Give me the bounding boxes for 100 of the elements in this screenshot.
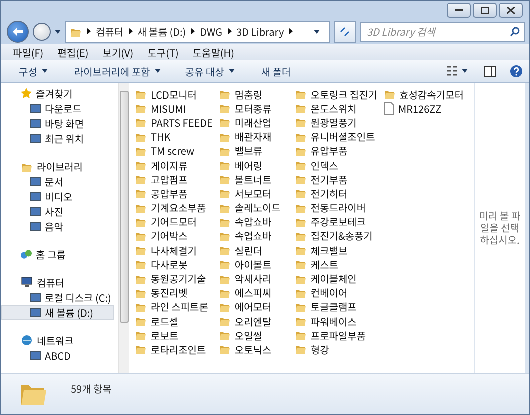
- file-item[interactable]: 에어모터: [218, 300, 289, 314]
- file-item[interactable]: 기어드모터: [135, 214, 213, 229]
- nav-item[interactable]: 로컬 디스크 (C:): [1, 290, 114, 305]
- file-item[interactable]: 집진기&송풍기: [294, 228, 378, 244]
- maximize-button[interactable]: [473, 3, 497, 18]
- nav-item[interactable]: 바탕 화면: [1, 116, 114, 131]
- file-item[interactable]: 전동드라이버: [294, 200, 378, 215]
- menu-item[interactable]: 도움말(H): [192, 44, 234, 60]
- help-icon[interactable]: [510, 64, 523, 78]
- file-item[interactable]: 케이블체인: [294, 271, 378, 286]
- breadcrumb-item[interactable]: DWG: [200, 24, 223, 39]
- close-button[interactable]: [499, 3, 523, 18]
- nav-item[interactable]: ABCD: [1, 348, 114, 363]
- file-item[interactable]: 속업쇼바: [218, 228, 289, 244]
- file-item[interactable]: 배관자재: [218, 130, 289, 144]
- file-item[interactable]: THK: [135, 130, 213, 144]
- file-item[interactable]: 실린더: [218, 243, 289, 258]
- file-item[interactable]: PARTS FEEDE: [135, 115, 213, 130]
- menu-item[interactable]: 도구(T): [148, 44, 179, 60]
- file-item[interactable]: 다사로봇: [135, 257, 213, 272]
- file-item[interactable]: 프로파일부품: [294, 328, 378, 342]
- file-item[interactable]: 나사체결기: [135, 243, 213, 258]
- nav-item[interactable]: 비디오: [1, 189, 114, 204]
- toolbar-button[interactable]: 공유 대상: [183, 62, 238, 80]
- file-item[interactable]: 주강로보테크: [294, 214, 378, 229]
- refresh-button[interactable]: [334, 20, 356, 42]
- toolbar-button[interactable]: 새 폴더: [259, 62, 294, 80]
- file-item[interactable]: 인덱스: [294, 158, 378, 172]
- file-item[interactable]: 아이볼트: [218, 257, 289, 272]
- file-item[interactable]: 밸브류: [218, 144, 289, 158]
- address-bar[interactable]: 컴퓨터 새 볼륨 (D:) DWG 3D Library: [65, 20, 330, 42]
- nav-item[interactable]: 문서: [1, 174, 114, 189]
- file-item[interactable]: 라인 스피트론: [135, 300, 213, 314]
- breadcrumb-item[interactable]: 컴퓨터: [96, 24, 124, 39]
- file-item[interactable]: 솔레노이드: [218, 200, 289, 215]
- nav-item[interactable]: 다운로드: [1, 101, 114, 116]
- scrollbar[interactable]: [118, 83, 129, 373]
- file-item[interactable]: 토글클램프: [294, 300, 378, 314]
- preview-pane-icon[interactable]: [484, 66, 496, 76]
- file-item[interactable]: MISUMI: [135, 101, 213, 116]
- file-item[interactable]: 기계요소부품: [135, 200, 213, 215]
- menu-item[interactable]: 보기(V): [102, 44, 134, 60]
- file-item[interactable]: 컨베이어: [294, 286, 378, 300]
- folder-icon: [218, 173, 231, 186]
- file-item[interactable]: 전기히터: [294, 186, 378, 200]
- file-item[interactable]: 동원공기기술: [135, 271, 213, 286]
- toolbar-button[interactable]: 라이브러리에 포함: [72, 62, 164, 80]
- file-item[interactable]: 악세사리: [218, 271, 289, 286]
- file-item[interactable]: 멈춤링: [218, 87, 289, 102]
- file-item[interactable]: 기어박스: [135, 228, 213, 244]
- file-item[interactable]: 미래산업: [218, 115, 289, 130]
- file-item[interactable]: 원광열풍기: [294, 115, 378, 130]
- toolbar-button[interactable]: 구성: [17, 62, 50, 80]
- menu-item[interactable]: 편집(E): [58, 44, 89, 60]
- file-item[interactable]: 로보트: [135, 328, 213, 342]
- file-item[interactable]: 동진리벳: [135, 286, 213, 300]
- menu-item[interactable]: 파일(F): [13, 44, 44, 60]
- nav-item[interactable]: 최근 위치: [1, 131, 114, 146]
- file-item[interactable]: 오일씰: [218, 328, 289, 342]
- nav-item[interactable]: 라이브러리: [1, 159, 114, 174]
- file-item[interactable]: 로드셀: [135, 314, 213, 328]
- view-options-icon[interactable]: [446, 66, 458, 76]
- search-field[interactable]: 3D Library 검색: [360, 22, 525, 42]
- file-item[interactable]: 전기부품: [294, 172, 378, 186]
- file-item[interactable]: 게이지류: [135, 158, 213, 172]
- nav-item[interactable]: 사진: [1, 204, 114, 219]
- file-item[interactable]: 효성감속기모터: [384, 87, 464, 102]
- nav-item[interactable]: 음악: [1, 219, 114, 234]
- file-item[interactable]: 고압펌프: [135, 172, 213, 186]
- file-item[interactable]: 에스피씨: [218, 286, 289, 300]
- file-item[interactable]: TM screw: [135, 144, 213, 158]
- file-item[interactable]: 온도스위치: [294, 101, 378, 116]
- nav-item[interactable]: 네트워크: [1, 333, 114, 348]
- file-item[interactable]: 형강: [294, 342, 378, 357]
- minimize-button[interactable]: [447, 3, 471, 18]
- file-item[interactable]: 서보모터: [218, 186, 289, 200]
- file-item[interactable]: 체크밸브: [294, 243, 378, 258]
- file-item[interactable]: 오토링크 집진기: [294, 87, 378, 102]
- file-item[interactable]: 유니버셜조인트: [294, 130, 378, 144]
- nav-item[interactable]: 새 볼륨 (D:): [1, 305, 114, 320]
- file-item[interactable]: 유압부품: [294, 144, 378, 158]
- nav-item[interactable]: 홈 그룹: [1, 247, 114, 262]
- back-button[interactable]: [7, 20, 29, 42]
- nav-item[interactable]: 컴퓨터: [1, 275, 114, 290]
- file-item[interactable]: 모터종류: [218, 101, 289, 116]
- file-item[interactable]: 공압부품: [135, 186, 213, 200]
- file-item[interactable]: 속압쇼바: [218, 214, 289, 229]
- file-item[interactable]: LCD모니터: [135, 87, 213, 102]
- file-item[interactable]: MR126ZZ: [384, 101, 464, 116]
- file-item[interactable]: 오리엔탈: [218, 314, 289, 328]
- file-item[interactable]: 베어링: [218, 158, 289, 172]
- file-item[interactable]: 볼트너트: [218, 172, 289, 186]
- file-item[interactable]: 오토닉스: [218, 342, 289, 357]
- file-item[interactable]: 파워베이스: [294, 314, 378, 328]
- file-item[interactable]: 케스트: [294, 257, 378, 272]
- file-item[interactable]: 로타리조인트: [135, 342, 213, 357]
- breadcrumb-item[interactable]: 3D Library: [236, 24, 284, 39]
- nav-item[interactable]: 즐겨찾기: [1, 86, 114, 101]
- breadcrumb-item[interactable]: 새 볼륨 (D:): [138, 24, 186, 39]
- forward-button[interactable]: [33, 22, 51, 40]
